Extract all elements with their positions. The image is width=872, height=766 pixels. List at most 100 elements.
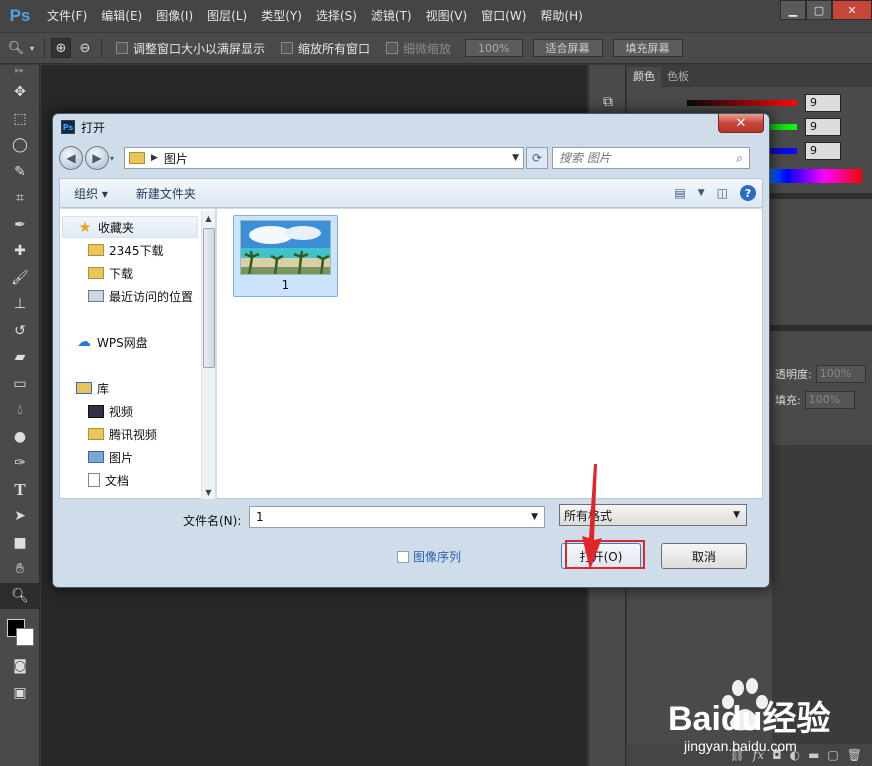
filename-input[interactable]: [256, 510, 526, 524]
eraser-tool-icon[interactable]: ▰: [0, 344, 40, 371]
nav-favorites[interactable]: ★ 收藏夹: [62, 216, 198, 238]
tab-color[interactable]: 颜色: [627, 67, 661, 87]
search-icon[interactable]: ⌕: [736, 151, 743, 166]
breadcrumb-separator-icon[interactable]: ▶: [151, 153, 158, 163]
close-icon[interactable]: ✕: [832, 0, 872, 20]
lasso-tool-icon[interactable]: ◯: [0, 132, 40, 159]
dodge-tool-icon[interactable]: ●: [0, 424, 40, 451]
type-tool-icon[interactable]: T: [0, 477, 40, 504]
chevron-down-icon[interactable]: ▼: [733, 510, 740, 520]
nav-recent-places[interactable]: 最近访问的位置: [88, 285, 193, 307]
zoom-tool-icon[interactable]: 🔍︎: [0, 582, 40, 609]
fill-field[interactable]: 100%: [804, 391, 855, 409]
recent-locations-dropdown-icon[interactable]: ▾: [110, 154, 120, 163]
cancel-button[interactable]: 取消: [661, 543, 747, 569]
path-selection-tool-icon[interactable]: ➤: [0, 503, 40, 530]
zoom-in-icon[interactable]: ⊕: [51, 38, 71, 58]
screen-mode-icon[interactable]: ▣: [0, 680, 40, 707]
open-file-dialog: Ps 打开 ✕ ◀ ▶ ▾ ▶ 图片 ▼ ⟳ ⌕ 组织 ▾ 新建文件夹 ▤: [52, 113, 770, 588]
forward-icon[interactable]: ▶: [85, 146, 109, 170]
search-input[interactable]: [559, 149, 729, 167]
healing-brush-tool-icon[interactable]: ✚: [0, 238, 40, 265]
scrollbar-thumb[interactable]: [203, 228, 215, 368]
minimize-icon[interactable]: ▁: [780, 0, 806, 20]
change-view-icon[interactable]: ▤: [674, 186, 685, 200]
nav-downloads[interactable]: 下载: [88, 262, 133, 284]
quick-selection-tool-icon[interactable]: ✎: [0, 159, 40, 186]
breadcrumb-pictures[interactable]: 图片: [164, 150, 188, 167]
blue-value[interactable]: 9: [805, 142, 841, 160]
tool-preset-dropdown-icon[interactable]: ▾: [26, 38, 38, 58]
help-icon[interactable]: ?: [740, 185, 756, 201]
preview-pane-icon[interactable]: ◫: [717, 186, 728, 200]
zoom-100-button[interactable]: 100%: [465, 39, 523, 57]
nav-pictures[interactable]: 图片: [88, 446, 133, 468]
scroll-up-icon[interactable]: ▲: [202, 211, 215, 225]
nav-wps-cloud[interactable]: ☁ WPS网盘: [76, 331, 148, 353]
menu-file[interactable]: 文件(F): [40, 0, 94, 32]
filename-combobox[interactable]: ▼: [249, 506, 545, 528]
menu-type[interactable]: 类型(Y): [254, 0, 309, 32]
tab-swatches[interactable]: 色板: [661, 67, 695, 87]
pen-tool-icon[interactable]: ✑: [0, 450, 40, 477]
chevron-down-icon[interactable]: ▼: [698, 188, 705, 198]
fill-screen-button[interactable]: 填充屏幕: [612, 39, 683, 57]
opacity-field[interactable]: 100%: [815, 365, 866, 383]
refresh-icon[interactable]: ⟳: [526, 147, 548, 169]
toolbox-grip[interactable]: ▸▸: [0, 65, 39, 79]
checkbox-box[interactable]: [281, 42, 294, 54]
back-icon[interactable]: ◀: [59, 146, 83, 170]
nav-videos[interactable]: 视频: [88, 400, 133, 422]
marquee-tool-icon[interactable]: ⬚: [0, 106, 40, 133]
menu-help[interactable]: 帮助(H): [533, 0, 589, 32]
chevron-down-icon[interactable]: ▼: [531, 512, 538, 522]
menu-filter[interactable]: 滤镜(T): [364, 0, 419, 32]
nav-documents[interactable]: 文档: [88, 469, 129, 491]
quick-mask-icon[interactable]: ◙: [0, 653, 40, 680]
close-icon[interactable]: ✕: [718, 114, 764, 133]
eyedropper-tool-icon[interactable]: ✒: [0, 212, 40, 239]
crop-tool-icon[interactable]: ⌗: [0, 185, 40, 212]
scroll-down-icon[interactable]: ▼: [202, 485, 215, 499]
maximize-icon[interactable]: ▢: [806, 0, 832, 20]
history-brush-tool-icon[interactable]: ↺: [0, 318, 40, 345]
zoom-all-windows-checkbox[interactable]: 缩放所有窗口: [281, 40, 370, 57]
gradient-tool-icon[interactable]: ▭: [0, 371, 40, 398]
checkbox-box[interactable]: [386, 42, 399, 54]
organize-button[interactable]: 组织 ▾: [60, 185, 122, 202]
nav-libraries[interactable]: 库: [76, 377, 109, 399]
dialog-title-bar[interactable]: Ps 打开: [53, 114, 769, 140]
menu-select[interactable]: 选择(S): [309, 0, 364, 32]
search-box[interactable]: ⌕: [552, 147, 750, 169]
chevron-down-icon[interactable]: ▼: [512, 153, 519, 163]
zoom-out-icon[interactable]: ⊖: [75, 38, 95, 58]
fit-screen-button[interactable]: 适合屏幕: [532, 39, 603, 57]
checkbox-box[interactable]: [397, 550, 409, 563]
rectangle-tool-icon[interactable]: ■: [0, 530, 40, 557]
nav-scrollbar[interactable]: ▲ ▼: [201, 211, 215, 499]
background-color-swatch[interactable]: [16, 628, 34, 646]
red-value[interactable]: 9: [805, 94, 841, 112]
resize-windows-checkbox[interactable]: 调整窗口大小以满屏显示: [116, 40, 265, 57]
checkbox-box[interactable]: [116, 42, 128, 54]
green-value[interactable]: 9: [805, 118, 841, 136]
image-sequence-checkbox[interactable]: 图像序列: [397, 548, 461, 565]
new-folder-button[interactable]: 新建文件夹: [122, 185, 210, 202]
menu-image[interactable]: 图像(I): [149, 0, 200, 32]
blur-tool-icon[interactable]: 💧︎: [0, 397, 40, 424]
clone-stamp-tool-icon[interactable]: ⊥: [0, 291, 40, 318]
move-tool-icon[interactable]: ✥: [0, 79, 40, 106]
menu-edit[interactable]: 编辑(E): [94, 0, 149, 32]
hand-tool-icon[interactable]: ✋︎: [0, 556, 40, 583]
menu-layer[interactable]: 图层(L): [200, 0, 254, 32]
menu-view[interactable]: 视图(V): [419, 0, 475, 32]
file-item[interactable]: 1: [233, 215, 338, 297]
nav-2345-download[interactable]: 2345下载: [88, 239, 164, 261]
nav-tencent-video[interactable]: 腾讯视频: [88, 423, 157, 445]
red-slider[interactable]: [687, 100, 797, 106]
zoom-tool-icon[interactable]: 🔍︎: [6, 38, 26, 58]
scrubby-zoom-checkbox[interactable]: 细微缩放: [386, 40, 451, 57]
menu-window[interactable]: 窗口(W): [474, 0, 533, 32]
address-bar[interactable]: ▶ 图片 ▼: [124, 147, 524, 169]
brush-tool-icon[interactable]: 🖌︎: [0, 265, 40, 292]
